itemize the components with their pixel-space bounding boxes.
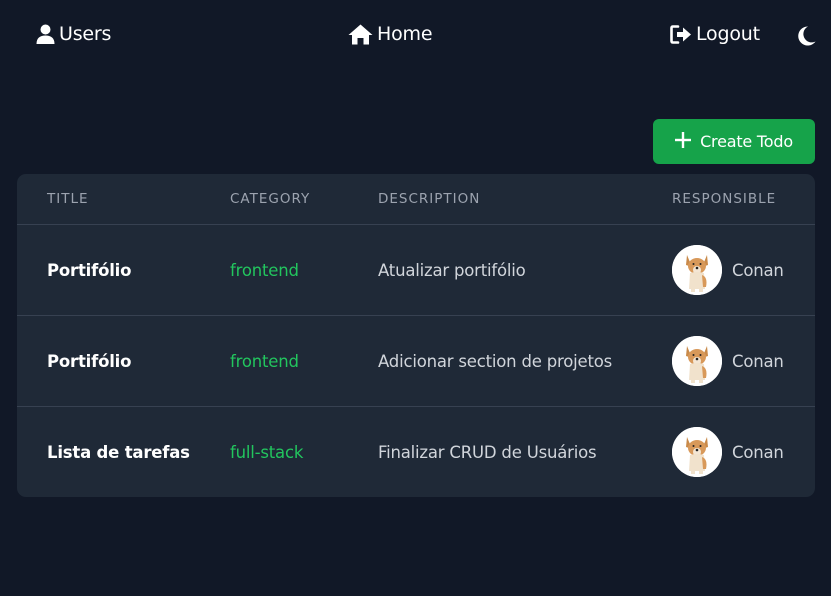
row-title: Portifólio bbox=[47, 352, 132, 371]
row-description: Adicionar section de projetos bbox=[378, 352, 613, 371]
nav-home-label: Home bbox=[377, 23, 433, 45]
header-title: Title bbox=[47, 191, 89, 207]
nav-logout[interactable]: Logout bbox=[670, 20, 760, 48]
row-responsible: Conan bbox=[672, 336, 784, 386]
todo-table: Title Category Description Responsible P… bbox=[17, 174, 815, 497]
row-category: frontend bbox=[230, 261, 299, 280]
plus-icon bbox=[675, 131, 692, 152]
nav-users[interactable]: Users bbox=[36, 20, 111, 48]
row-responsible: Conan bbox=[672, 245, 784, 295]
nav-logout-label: Logout bbox=[696, 23, 760, 45]
table-row[interactable]: Lista de tarefas full-stack Finalizar CR… bbox=[17, 407, 815, 497]
app: Users Home Logout Create Todo TITLE CATE… bbox=[0, 0, 831, 596]
nav-home[interactable]: Home bbox=[348, 20, 433, 48]
row-responsible: Conan bbox=[672, 427, 784, 477]
header-description: Description bbox=[378, 191, 481, 207]
avatar bbox=[672, 245, 722, 295]
theme-toggle-button[interactable] bbox=[798, 22, 816, 50]
header-category: Category bbox=[230, 191, 311, 207]
responsible-name: Conan bbox=[732, 351, 784, 371]
row-title: Portifólio bbox=[47, 261, 132, 280]
row-category: full-stack bbox=[230, 443, 304, 462]
avatar bbox=[672, 336, 722, 386]
user-icon bbox=[36, 24, 55, 44]
logout-icon bbox=[670, 24, 692, 44]
create-todo-button[interactable]: Create Todo bbox=[653, 119, 815, 164]
row-category: frontend bbox=[230, 352, 299, 371]
create-todo-label: Create Todo bbox=[700, 132, 793, 151]
home-icon bbox=[348, 24, 373, 45]
row-description: Atualizar portifólio bbox=[378, 261, 526, 280]
avatar bbox=[672, 427, 722, 477]
table-header: Title Category Description Responsible bbox=[17, 174, 815, 225]
row-title: Lista de tarefas bbox=[47, 443, 190, 462]
table-row[interactable]: Portifólio frontend Atualizar portifólio bbox=[17, 225, 815, 316]
responsible-name: Conan bbox=[732, 442, 784, 462]
nav-users-label: Users bbox=[59, 23, 112, 45]
table-row[interactable]: Portifólio frontend Adicionar section de… bbox=[17, 316, 815, 407]
header-responsible: Responsible bbox=[672, 191, 777, 207]
responsible-name: Conan bbox=[732, 260, 784, 280]
row-description: Finalizar CRUD de Usuários bbox=[378, 443, 597, 462]
moon-icon bbox=[798, 26, 816, 46]
